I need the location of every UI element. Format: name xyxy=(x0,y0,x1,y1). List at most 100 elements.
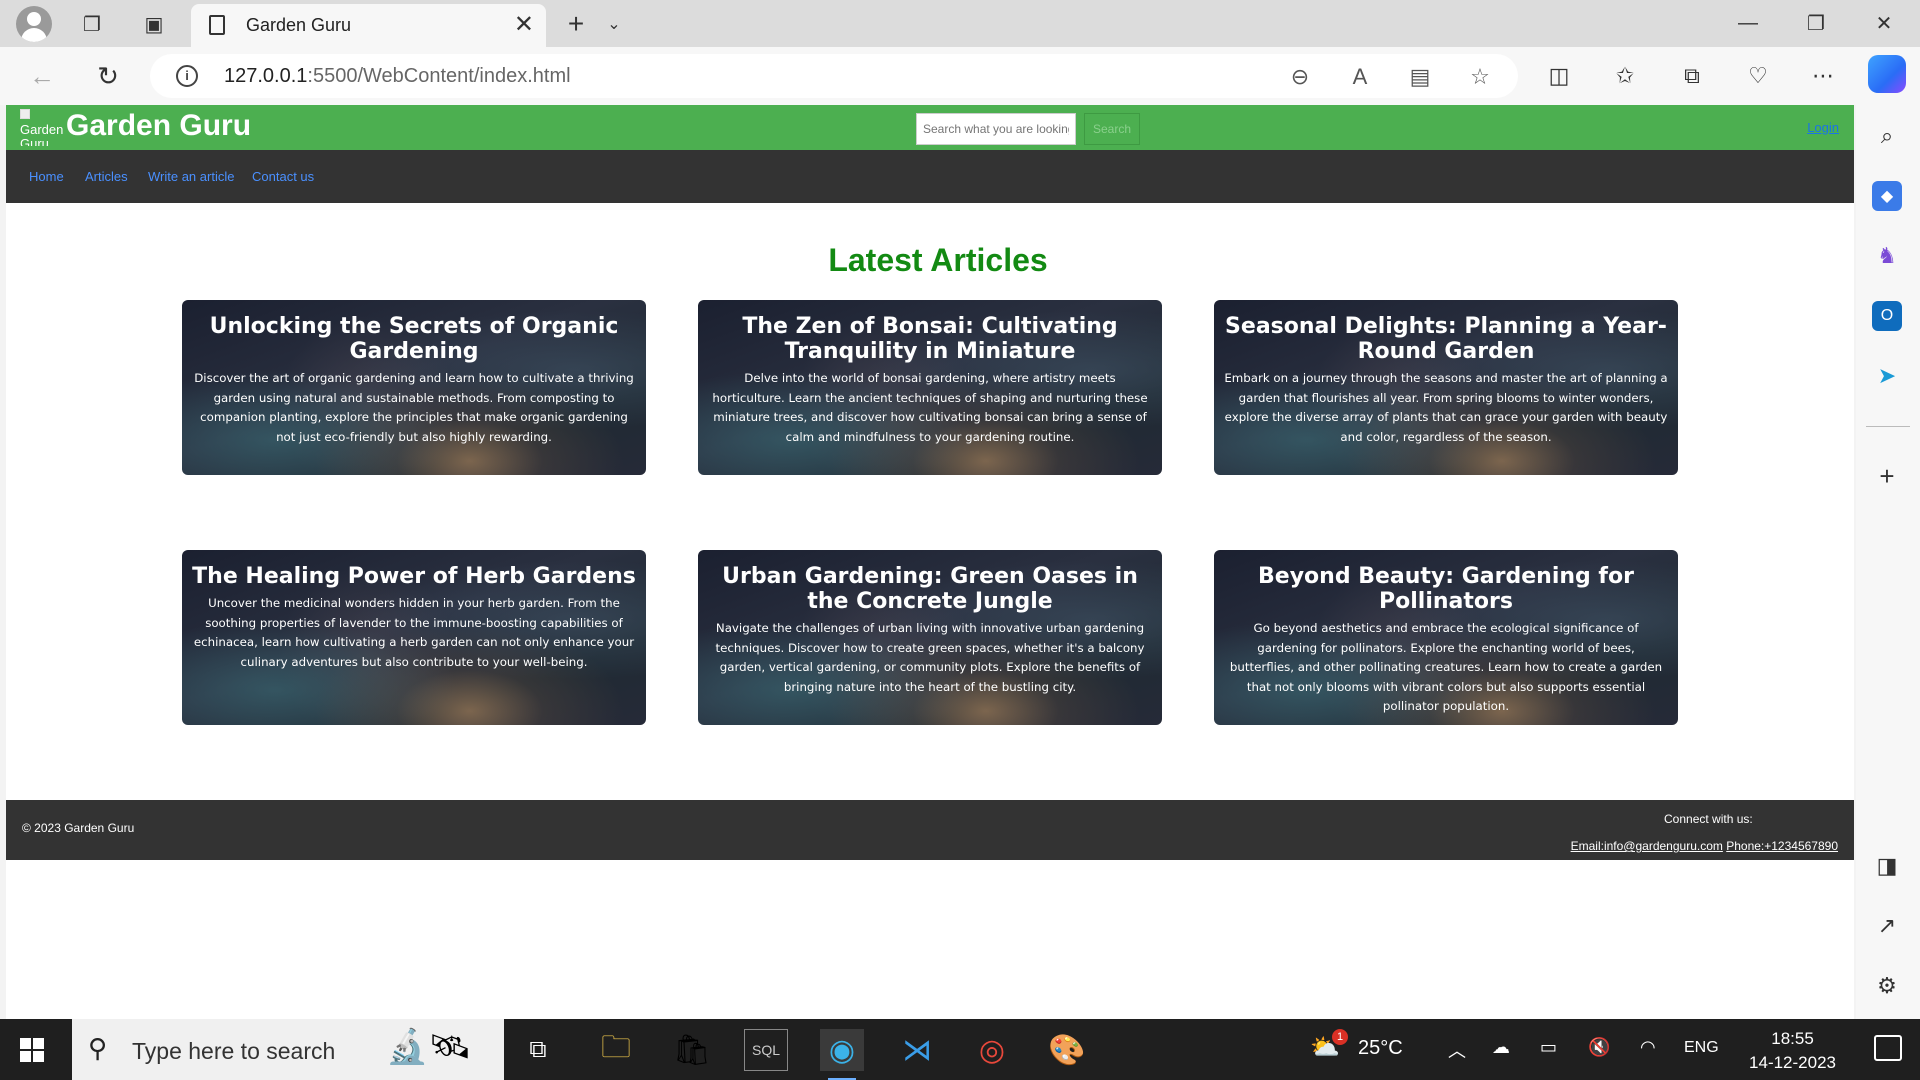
article-card[interactable]: Urban Gardening: Green Oases in the Conc… xyxy=(698,550,1162,725)
show-hidden-icons-chevron-icon[interactable]: ︿ xyxy=(1448,1037,1466,1063)
copilot-icon[interactable] xyxy=(1868,55,1906,93)
url-text[interactable]: 127.0.0.1:5500/WebContent/index.html xyxy=(224,65,571,88)
split-screen-icon[interactable]: ◫ xyxy=(1542,59,1576,93)
favorites-icon[interactable]: ✩ xyxy=(1608,59,1642,93)
search-input[interactable] xyxy=(916,113,1076,145)
nav-contact[interactable]: Contact us xyxy=(252,169,314,184)
sidebar-search-icon[interactable]: ⌕ xyxy=(1872,121,1902,151)
games-icon[interactable]: ♞ xyxy=(1872,241,1902,271)
email-link[interactable]: Email:info@gardenguru.com xyxy=(1571,839,1723,853)
search-button[interactable]: Search xyxy=(1084,113,1140,145)
start-windows-icon[interactable] xyxy=(20,1038,44,1062)
tab-garden-guru[interactable]: Garden Guru ✕ xyxy=(191,4,546,47)
article-title[interactable]: The Zen of Bonsai: Cultivating Tranquili… xyxy=(708,314,1152,364)
article-summary: Uncover the medicinal wonders hidden in … xyxy=(193,596,635,669)
article-title[interactable]: The Healing Power of Herb Gardens xyxy=(192,564,636,589)
article-summary: Embark on a journey through the seasons … xyxy=(1224,371,1668,444)
login-link[interactable]: Login xyxy=(1807,120,1839,135)
browser-toolbar: ← ↻ i 127.0.0.1:5500/WebContent/index.ht… xyxy=(0,47,1920,105)
article-card[interactable]: Unlocking the Secrets of Organic Gardeni… xyxy=(182,300,646,475)
article-card[interactable]: The Zen of Bonsai: Cultivating Tranquili… xyxy=(698,300,1162,475)
article-summary: Delve into the world of bonsai gardening… xyxy=(712,371,1148,444)
profile-icon[interactable] xyxy=(16,6,52,42)
language-indicator[interactable]: ENG xyxy=(1684,1039,1719,1057)
tab-title: Garden Guru xyxy=(246,15,352,35)
onedrive-cloud-icon[interactable]: ☁ xyxy=(1492,1037,1510,1058)
file-explorer-icon[interactable]: 🗀 xyxy=(594,1029,638,1071)
tab-actions-chevron-icon[interactable]: ⌄ xyxy=(598,8,630,40)
close-tab-icon[interactable]: ✕ xyxy=(514,10,534,39)
site-header: Garden Guru Garden Guru Search Login xyxy=(6,105,1854,150)
hide-sidebar-icon[interactable]: ◨ xyxy=(1872,851,1902,881)
back-icon[interactable]: ← xyxy=(24,58,60,94)
browser-tab-bar: ❐ ▣ Garden Guru ✕ + ⌄ — ❐ ✕ xyxy=(0,0,1920,47)
sidebar-separator xyxy=(1866,426,1910,427)
section-title: Latest Articles xyxy=(828,242,1048,278)
vertical-tabs-icon[interactable]: ▣ xyxy=(138,8,170,40)
site-title: Garden Guru xyxy=(66,109,252,142)
refresh-icon[interactable]: ↻ xyxy=(90,58,126,94)
edge-icon[interactable]: ◉ xyxy=(820,1029,864,1080)
clock[interactable]: 18:55 14-12-2023 xyxy=(1749,1027,1836,1075)
search-icon: ⚲ xyxy=(88,1033,108,1063)
collections-icon[interactable]: ⧉ xyxy=(1675,59,1709,93)
close-window-icon[interactable]: ✕ xyxy=(1864,8,1904,38)
outlook-icon[interactable]: O xyxy=(1872,301,1902,331)
copyright-text: © 2023 Garden Guru xyxy=(22,821,135,835)
page-icon xyxy=(209,15,225,35)
weather-badge: 1 xyxy=(1332,1029,1348,1045)
site-info-icon[interactable]: i xyxy=(176,65,198,87)
clock-date: 14-12-2023 xyxy=(1749,1053,1836,1072)
article-title[interactable]: Beyond Beauty: Gardening for Pollinators xyxy=(1224,564,1668,614)
article-card[interactable]: Beyond Beauty: Gardening for Pollinators… xyxy=(1214,550,1678,725)
address-bar[interactable]: i 127.0.0.1:5500/WebContent/index.html ⊖… xyxy=(150,54,1518,98)
volume-muted-icon[interactable]: 🔇 xyxy=(1588,1037,1610,1058)
article-card[interactable]: Seasonal Delights: Planning a Year-Round… xyxy=(1214,300,1678,475)
more-options-icon[interactable]: ⋯ xyxy=(1806,59,1840,93)
paint-icon[interactable]: 🎨 xyxy=(1045,1029,1089,1071)
article-summary: Go beyond aesthetics and embrace the eco… xyxy=(1229,621,1663,713)
chrome-icon[interactable]: ◎ xyxy=(970,1029,1014,1071)
workspaces-icon[interactable]: ❐ xyxy=(76,8,108,40)
taskbar-search-text: Type here to search xyxy=(132,1038,336,1064)
weather-temp[interactable]: 25°C xyxy=(1358,1037,1403,1060)
nav-write-article[interactable]: Write an article xyxy=(148,169,234,184)
logo-image: Garden Guru xyxy=(20,109,64,146)
article-summary: Navigate the challenges of urban living … xyxy=(715,621,1145,694)
battery-icon[interactable]: ▭ xyxy=(1540,1037,1557,1058)
task-view-icon[interactable]: ⧉ xyxy=(516,1029,560,1071)
shopping-tag-icon[interactable]: ◆ xyxy=(1872,181,1902,211)
minimize-icon[interactable]: — xyxy=(1728,8,1768,38)
windows-taskbar: ⚲ Type here to search 🔬🛰 ⧉ 🗀 🛍 SQL ◉ ⋊ ◎… xyxy=(0,1019,1920,1080)
microsoft-store-icon[interactable]: 🛍 xyxy=(670,1029,714,1071)
nav-articles[interactable]: Articles xyxy=(85,169,128,184)
open-external-icon[interactable]: ↗ xyxy=(1872,911,1902,941)
drop-icon[interactable]: ➤ xyxy=(1872,361,1902,391)
add-sidebar-app-icon[interactable]: + xyxy=(1872,461,1902,491)
notifications-icon[interactable] xyxy=(1874,1035,1902,1061)
search-highlight-icon: 🔬🛰 xyxy=(386,1028,472,1066)
article-title[interactable]: Urban Gardening: Green Oases in the Conc… xyxy=(708,564,1152,614)
sidebar-settings-icon[interactable]: ⚙ xyxy=(1872,971,1902,1001)
browser-essentials-icon[interactable]: ♡ xyxy=(1741,59,1775,93)
phone-link[interactable]: Phone:+1234567890 xyxy=(1726,839,1838,853)
immersive-reader-icon[interactable]: ▤ xyxy=(1406,63,1434,91)
zoom-out-icon[interactable]: ⊖ xyxy=(1286,63,1314,91)
clock-time: 18:55 xyxy=(1771,1029,1814,1048)
vscode-icon[interactable]: ⋊ xyxy=(895,1029,939,1071)
connect-heading: Connect with us: xyxy=(1664,812,1753,826)
restore-icon[interactable]: ❐ xyxy=(1796,8,1836,38)
site-footer: © 2023 Garden Guru Connect with us: Emai… xyxy=(6,800,1854,860)
read-aloud-icon[interactable]: A xyxy=(1346,63,1374,91)
new-tab-icon[interactable]: + xyxy=(560,8,592,40)
article-title[interactable]: Unlocking the Secrets of Organic Gardeni… xyxy=(192,314,636,364)
footer-contact-links: Email:info@gardenguru.com Phone:+1234567… xyxy=(1571,839,1838,853)
favorite-star-icon[interactable]: ☆ xyxy=(1466,63,1494,91)
wifi-icon[interactable]: ◠ xyxy=(1640,1037,1656,1058)
article-title[interactable]: Seasonal Delights: Planning a Year-Round… xyxy=(1224,314,1668,364)
mysql-icon[interactable]: SQL xyxy=(744,1029,788,1071)
taskbar-search-box[interactable]: ⚲ Type here to search 🔬🛰 xyxy=(72,1019,504,1080)
article-card[interactable]: The Healing Power of Herb Gardens Uncove… xyxy=(182,550,646,725)
site-nav: Home Articles Write an article Contact u… xyxy=(6,150,1854,203)
nav-home[interactable]: Home xyxy=(29,169,64,184)
